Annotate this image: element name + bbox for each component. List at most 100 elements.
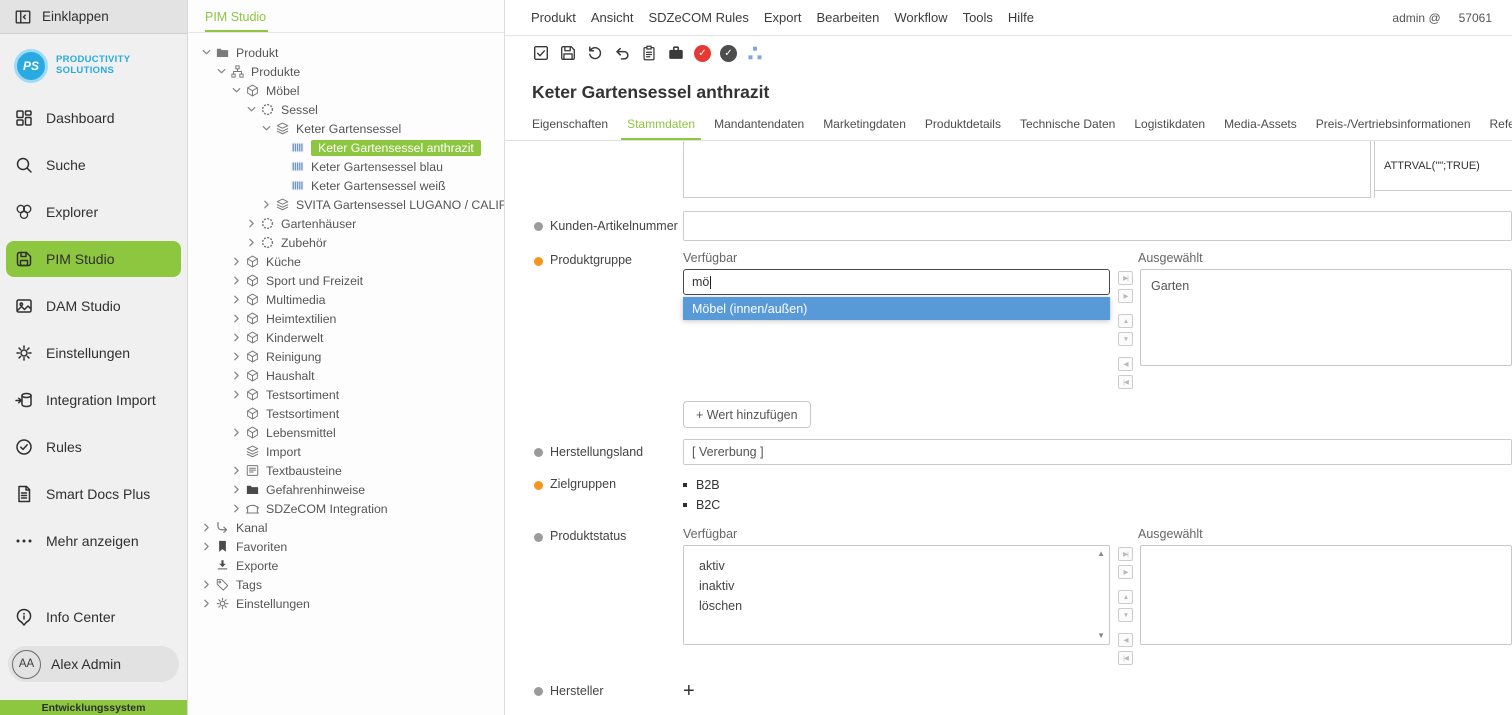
move-down-button[interactable]: ▼ bbox=[1118, 332, 1133, 346]
produktstatus-selected-list[interactable] bbox=[1140, 545, 1512, 645]
tree-node-haushalt[interactable]: Haushalt bbox=[188, 366, 504, 385]
tab-referenzen[interactable]: Referenzen bbox=[1490, 117, 1512, 140]
move-all-right-button[interactable]: ▶| bbox=[1118, 547, 1133, 561]
tree-node-kinderwelt[interactable]: Kinderwelt bbox=[188, 328, 504, 347]
save-icon[interactable] bbox=[559, 44, 577, 62]
tree-node-möbel[interactable]: Möbel bbox=[188, 81, 504, 100]
tree-node-gartenhäuser[interactable]: Gartenhäuser bbox=[188, 214, 504, 233]
chevron-right-icon[interactable] bbox=[230, 293, 243, 306]
tree-node-gefahrenhinweise[interactable]: Gefahrenhinweise bbox=[188, 480, 504, 499]
tree-node-sessel[interactable]: Sessel bbox=[188, 100, 504, 119]
sidebar-item-info-center[interactable]: Info Center bbox=[6, 599, 181, 635]
chevron-down-icon[interactable] bbox=[230, 84, 243, 97]
tree-node-küche[interactable]: Küche bbox=[188, 252, 504, 271]
chevron-down-icon[interactable] bbox=[260, 122, 273, 135]
move-all-right-button[interactable]: ▶| bbox=[1118, 271, 1133, 285]
sidebar-item-pim-studio[interactable]: PIM Studio bbox=[6, 241, 181, 277]
chevron-right-icon[interactable] bbox=[230, 426, 243, 439]
tree-node-reinigung[interactable]: Reinigung bbox=[188, 347, 504, 366]
chevron-right-icon[interactable] bbox=[230, 331, 243, 344]
tree-node-favoriten[interactable]: Favoriten bbox=[188, 537, 504, 556]
menu-sdzecom-rules[interactable]: SDZeCOM Rules bbox=[648, 10, 748, 25]
tree-node-keter-gartensessel[interactable]: Keter Gartensessel bbox=[188, 119, 504, 138]
menu-workflow[interactable]: Workflow bbox=[894, 10, 947, 25]
suggestion-item[interactable]: Möbel (innen/außen) bbox=[683, 297, 1110, 320]
refresh-icon[interactable] bbox=[586, 44, 604, 62]
tree-node-sdzecom-integration[interactable]: SDZeCOM Integration bbox=[188, 499, 504, 518]
chevron-down-icon[interactable] bbox=[200, 46, 213, 59]
move-left-button[interactable]: ◀ bbox=[1118, 357, 1133, 371]
sidebar-item-smart-docs-plus[interactable]: Smart Docs Plus bbox=[6, 476, 181, 512]
structure-icon[interactable] bbox=[746, 44, 764, 62]
tree-node-tags[interactable]: Tags bbox=[188, 575, 504, 594]
menu-ansicht[interactable]: Ansicht bbox=[591, 10, 634, 25]
produktgruppe-search-input[interactable]: mö bbox=[683, 269, 1110, 295]
move-down-button[interactable]: ▼ bbox=[1118, 608, 1133, 622]
user-menu[interactable]: AA Alex Admin bbox=[8, 646, 179, 682]
tree-node-einstellungen[interactable]: Einstellungen bbox=[188, 594, 504, 613]
tree-node-testsortiment[interactable]: Testsortiment bbox=[188, 404, 504, 423]
tree-node-import[interactable]: Import bbox=[188, 442, 504, 461]
status-option[interactable]: löschen bbox=[699, 596, 1094, 616]
scroll-down-arrow[interactable]: ▼ bbox=[1097, 632, 1105, 640]
tab-stammdaten[interactable]: Stammdaten bbox=[627, 117, 695, 140]
sidebar-item-rules[interactable]: Rules bbox=[6, 429, 181, 465]
paste-icon[interactable] bbox=[640, 44, 658, 62]
menu-bearbeiten[interactable]: Bearbeiten bbox=[816, 10, 879, 25]
chevron-right-icon[interactable] bbox=[230, 350, 243, 363]
move-all-left-button[interactable]: |◀ bbox=[1118, 651, 1133, 665]
kunden-artikelnummer-input[interactable] bbox=[683, 211, 1512, 241]
move-right-button[interactable]: ▶ bbox=[1118, 565, 1133, 579]
add-hersteller-button[interactable]: + bbox=[683, 681, 695, 701]
move-right-button[interactable]: ▶ bbox=[1118, 289, 1133, 303]
tab-logistikdaten[interactable]: Logistikdaten bbox=[1134, 117, 1205, 140]
attribute-textarea[interactable] bbox=[683, 141, 1371, 198]
tree-node-keter-gartensessel-blau[interactable]: Keter Gartensessel blau bbox=[188, 157, 504, 176]
tree-node-sport-und-freizeit[interactable]: Sport und Freizeit bbox=[188, 271, 504, 290]
tree-node-kanal[interactable]: Kanal bbox=[188, 518, 504, 537]
chevron-right-icon[interactable] bbox=[245, 217, 258, 230]
menu-hilfe[interactable]: Hilfe bbox=[1008, 10, 1034, 25]
chevron-right-icon[interactable] bbox=[200, 540, 213, 553]
chevron-right-icon[interactable] bbox=[200, 521, 213, 534]
tab-marketingdaten[interactable]: Marketingdaten bbox=[823, 117, 906, 140]
chevron-right-icon[interactable] bbox=[230, 464, 243, 477]
tree-node-svita-gartensessel-lugano-california[interactable]: SVITA Gartensessel LUGANO / CALIFORNIA bbox=[188, 195, 504, 214]
save-all-icon[interactable] bbox=[532, 44, 550, 62]
menu-tools[interactable]: Tools bbox=[963, 10, 993, 25]
add-value-button[interactable]: + Wert hinzufügen bbox=[683, 401, 811, 428]
selected-item[interactable]: Garten bbox=[1151, 277, 1501, 295]
chevron-right-icon[interactable] bbox=[260, 198, 273, 211]
tree-node-keter-gartensessel-weiß[interactable]: Keter Gartensessel weiß bbox=[188, 176, 504, 195]
chevron-right-icon[interactable] bbox=[230, 274, 243, 287]
status-valid-icon[interactable]: ✓ bbox=[720, 45, 737, 62]
sidebar-item-dam-studio[interactable]: DAM Studio bbox=[6, 288, 181, 324]
chevron-right-icon[interactable] bbox=[230, 483, 243, 496]
sidebar-item-integration-import[interactable]: Integration Import bbox=[6, 382, 181, 418]
tree-node-produkte[interactable]: Produkte bbox=[188, 62, 504, 81]
formula-value[interactable]: ATTRVAL("";TRUE) bbox=[1375, 141, 1512, 191]
chevron-right-icon[interactable] bbox=[230, 388, 243, 401]
sidebar-item-dashboard[interactable]: Dashboard bbox=[6, 100, 181, 136]
tab-preis-vertriebsinformationen[interactable]: Preis-/Vertriebsinformationen bbox=[1316, 117, 1471, 140]
produktstatus-available-list[interactable]: ▲ ▼ aktivinaktivlöschen bbox=[683, 545, 1110, 645]
tree-node-multimedia[interactable]: Multimedia bbox=[188, 290, 504, 309]
tree-node-lebensmittel[interactable]: Lebensmittel bbox=[188, 423, 504, 442]
menu-produkt[interactable]: Produkt bbox=[531, 10, 576, 25]
tree-node-exporte[interactable]: Exporte bbox=[188, 556, 504, 575]
briefcase-icon[interactable] bbox=[667, 44, 685, 62]
chevron-right-icon[interactable] bbox=[230, 502, 243, 515]
tree-node-heimtextilien[interactable]: Heimtextilien bbox=[188, 309, 504, 328]
chevron-right-icon[interactable] bbox=[230, 255, 243, 268]
tree-node-testsortiment[interactable]: Testsortiment bbox=[188, 385, 504, 404]
chevron-right-icon[interactable] bbox=[200, 597, 213, 610]
sidebar-item-explorer[interactable]: Explorer bbox=[6, 194, 181, 230]
tree-node-textbausteine[interactable]: Textbausteine bbox=[188, 461, 504, 480]
sidebar-item-suche[interactable]: Suche bbox=[6, 147, 181, 183]
chevron-right-icon[interactable] bbox=[245, 236, 258, 249]
sidebar-item-einstellungen[interactable]: Einstellungen bbox=[6, 335, 181, 371]
tree-node-keter-gartensessel-anthrazit[interactable]: Keter Gartensessel anthrazit bbox=[188, 138, 504, 157]
tree-node-zubehör[interactable]: Zubehör bbox=[188, 233, 504, 252]
move-up-button[interactable]: ▲ bbox=[1118, 590, 1133, 604]
undo-icon[interactable] bbox=[613, 44, 631, 62]
